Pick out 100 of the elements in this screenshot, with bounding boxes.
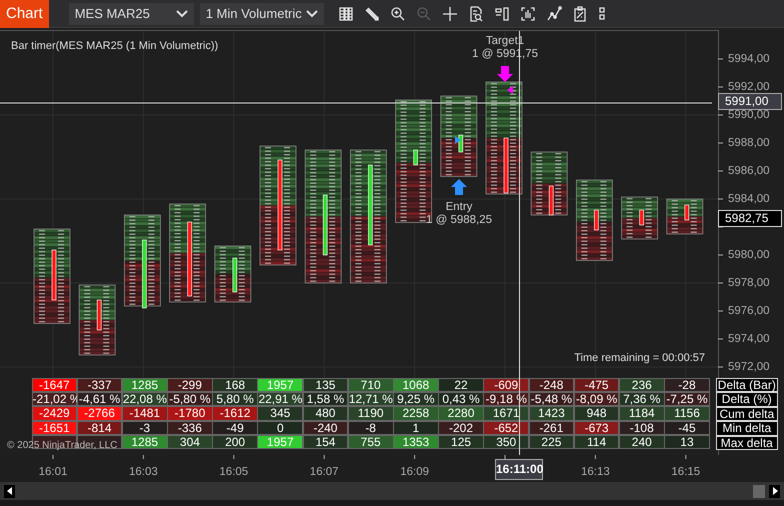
instrument-dropdown[interactable]: MES MAR25 <box>68 2 194 24</box>
table-cell: 225 <box>528 435 574 450</box>
table-cell: -1481 <box>122 406 168 421</box>
row-label: Delta (%) <box>716 392 778 407</box>
table-cell: -652 <box>483 420 530 436</box>
price-label: 5988,00 <box>728 137 770 149</box>
table-cell: 135 <box>302 378 348 392</box>
table-cell: 22 <box>438 378 484 392</box>
table-cell: 154 <box>302 435 348 450</box>
table-cell: 7,36 % <box>618 392 665 406</box>
scrollbar-thumb[interactable] <box>753 484 765 498</box>
table-cell: -4,61 % <box>76 392 122 406</box>
table-cell: -49 <box>212 420 258 436</box>
chevron-down-icon <box>176 10 188 18</box>
price-label: 5984,00 <box>728 193 770 205</box>
table-cell: -1780 <box>167 406 213 421</box>
table-cell: 114 <box>574 435 620 450</box>
price-label: 5974,00 <box>728 333 770 345</box>
price-label: 5990,00 <box>728 109 770 121</box>
table-cell: 13 <box>664 435 710 450</box>
table-cell: -5,48 % <box>528 392 574 406</box>
table-cell: -240 <box>302 420 348 436</box>
price-label: 5980,00 <box>728 249 770 261</box>
table-cell: 2280 <box>438 406 484 421</box>
table-cell: -337 <box>76 378 122 392</box>
table-cell: 1285 <box>122 435 168 450</box>
table-cell: 1190 <box>348 406 394 421</box>
table-cell: 168 <box>212 378 258 392</box>
table-cell: -28 <box>664 378 710 392</box>
table-cell: -108 <box>618 420 665 436</box>
table-cell: 1184 <box>618 406 665 421</box>
price-label: 5976,00 <box>728 305 770 317</box>
row-label: Min delta <box>716 421 778 436</box>
table-cell: -2766 <box>76 406 122 421</box>
table-cell: 1285 <box>122 378 168 392</box>
table-cell: 304 <box>167 435 213 450</box>
table-cell: -8 <box>348 420 394 436</box>
table-cell: -475 <box>574 378 620 392</box>
table-cell: 350 <box>483 435 530 450</box>
table-cell: 22,08 % <box>122 392 168 406</box>
table-cell: -3 <box>122 420 168 436</box>
table-cell: 1423 <box>528 406 574 421</box>
table-cell: -814 <box>76 420 122 436</box>
entry-order-label: Entry <box>446 201 472 214</box>
table-cell: 22,91 % <box>257 392 304 406</box>
table-cell: 9,25 % <box>393 392 439 406</box>
table-cell: 1156 <box>664 406 710 421</box>
scroll-right-button[interactable] <box>769 484 780 498</box>
time-label: 16:07 <box>310 465 339 480</box>
table-cell: 5,80 % <box>212 392 258 406</box>
table-cell: -336 <box>167 420 213 436</box>
table-cell: 236 <box>618 378 665 392</box>
table-cell: 240 <box>618 435 665 450</box>
scroll-left-button[interactable] <box>4 484 15 498</box>
price-label: 5972,00 <box>728 361 770 373</box>
table-cell: 1957 <box>257 435 304 450</box>
time-label: 16:13 <box>581 465 610 480</box>
chart-tab[interactable]: Chart <box>0 0 49 28</box>
table-cell: -5,80 % <box>167 392 213 406</box>
time-remaining-text: Time remaining = 00:00:57 <box>574 351 705 366</box>
table-cell: 0 <box>257 420 304 436</box>
table-cell: -2429 <box>32 406 78 421</box>
caret-left-icon <box>6 487 12 495</box>
table-cell: 200 <box>212 435 258 450</box>
arrow-down-icon <box>497 66 513 82</box>
table-cell: 480 <box>302 406 348 421</box>
time-label: 16:15 <box>671 465 700 480</box>
table-cell: -1612 <box>212 406 258 421</box>
table-cell: 1957 <box>257 378 304 392</box>
price-label: 5994,00 <box>728 53 770 65</box>
row-label: Delta (Bar) <box>716 378 778 392</box>
last-price-marker: 5982,75 <box>718 210 782 227</box>
table-cell: 345 <box>257 406 304 421</box>
table-cell: 1671 <box>483 406 530 421</box>
table-cell: -248 <box>528 378 574 392</box>
table-cell: 125 <box>438 435 484 450</box>
time-label: 16:01 <box>38 465 68 480</box>
table-cell: -673 <box>574 420 620 436</box>
time-label: 16:05 <box>219 465 248 480</box>
price-label: 5986,00 <box>728 165 770 177</box>
table-cell: -1651 <box>32 420 78 436</box>
table-cell: 2258 <box>393 406 439 421</box>
table-cell: 1068 <box>393 378 439 392</box>
table-cell: -1647 <box>32 378 78 392</box>
table-cell: -261 <box>528 420 574 436</box>
table-cell: 948 <box>574 406 620 421</box>
table-cell: 12,71 % <box>348 392 394 406</box>
table-cell: 755 <box>348 435 394 450</box>
interval-dropdown[interactable]: 1 Min Volumetric <box>200 2 324 24</box>
copyright-text: © 2025 NinjaTrader, LLC <box>7 439 118 453</box>
time-label: 16:09 <box>400 465 429 480</box>
arrow-up-icon <box>451 179 467 195</box>
caret-right-icon <box>772 487 778 495</box>
table-cell: -45 <box>664 420 710 436</box>
row-label: Cum delta <box>716 406 778 422</box>
table-cell: -609 <box>483 378 530 392</box>
price-label: 5992,00 <box>728 81 770 93</box>
chevron-down-icon <box>306 10 318 18</box>
row-label: Max delta <box>716 436 778 450</box>
chart-title: Bar timer(MES MAR25 (1 Min Volumetric)) <box>11 39 218 54</box>
